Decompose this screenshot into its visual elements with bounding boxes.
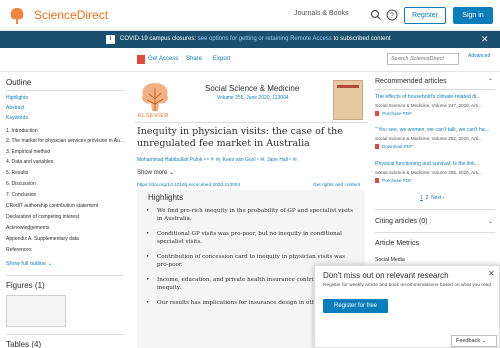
- banner-suffix: to subscribed content: [331, 36, 391, 42]
- figure-thumbnail[interactable]: [6, 295, 66, 327]
- top-header: ScienceDirect Journals & Books ? Registe…: [0, 0, 500, 31]
- purchase-pdf-link[interactable]: Purchase PDF: [375, 178, 412, 183]
- page-1[interactable]: 1: [420, 195, 423, 201]
- recommended-article-source: Social Science & Medicine, Volume 247, 2…: [375, 103, 482, 108]
- rights-link[interactable]: Get rights and content: [313, 183, 360, 188]
- outline-item[interactable]: 4. Data and variables: [6, 159, 126, 165]
- publisher-label: ELSEVIER: [138, 113, 169, 119]
- outline-item[interactable]: Keywords: [6, 115, 126, 121]
- journal-cover[interactable]: [333, 80, 363, 120]
- recommended-heading[interactable]: Recommended articles: [375, 78, 447, 85]
- article-title: Inequity in physician visits: the case o…: [137, 126, 343, 149]
- export-button[interactable]: Export: [213, 56, 230, 62]
- social-media-label: Social Media: [375, 257, 405, 263]
- journals-books-link[interactable]: Journals & Books: [294, 10, 348, 17]
- outline-item[interactable]: 5. Results: [6, 170, 126, 176]
- author-list[interactable]: Mohammad Habibullah Pulok ᵃ ᵇ ≗ ✉, Kees …: [137, 157, 297, 163]
- tables-heading[interactable]: Tables (4): [6, 340, 41, 348]
- register-button[interactable]: Register: [404, 7, 446, 24]
- journal-title[interactable]: Social Science & Medicine: [205, 84, 299, 93]
- journal-volume[interactable]: Volume 255, June 2020, 113004: [217, 95, 289, 101]
- recommended-article-source: Social Science & Medicine, Volume 255, 2…: [375, 170, 482, 175]
- recommended-article-source: Social Science & Medicine, Volume 252, 2…: [375, 136, 482, 141]
- covid-banner: i COVID-19 campus closures: see options …: [0, 31, 500, 48]
- citing-articles-heading[interactable]: Citing articles (0): [375, 218, 428, 225]
- outline-item[interactable]: Appendix A. Supplementary data: [6, 236, 126, 242]
- divider: [375, 209, 495, 210]
- highlights-heading: Highlights: [148, 193, 184, 202]
- divider: [6, 275, 124, 276]
- elsevier-tree-icon[interactable]: [8, 6, 26, 26]
- article-toolbar: Get Access Share Export Search ScienceDi…: [0, 48, 500, 72]
- info-icon: i: [106, 35, 115, 44]
- page-2[interactable]: 2: [426, 195, 429, 201]
- doi-link[interactable]: https://doi.org/10.1016/j.socscimed.2020…: [137, 183, 240, 188]
- brand-name[interactable]: ScienceDirect: [34, 8, 108, 22]
- recommended-article-title[interactable]: Physical functioning and survival: Is th…: [375, 161, 493, 167]
- download-pdf-link[interactable]: Download PDF: [375, 144, 413, 149]
- remote-access-link[interactable]: see options for getting or retaining Rem…: [198, 36, 332, 42]
- outline-item[interactable]: 3. Empirical method: [6, 149, 126, 155]
- show-full-outline-link[interactable]: Show full outline ⌄: [6, 261, 52, 267]
- purchase-pdf-link[interactable]: Purchase PDF: [375, 111, 412, 116]
- outline-item[interactable]: Highlights: [6, 95, 126, 101]
- outline-item[interactable]: 1. Introduction: [6, 128, 126, 134]
- outline-item[interactable]: CRediT authorship contribution statement: [6, 203, 126, 209]
- elsevier-logo[interactable]: [135, 80, 175, 114]
- outline-item[interactable]: Abstract: [6, 105, 126, 111]
- recommended-article-title[interactable]: " You see, we women, we can't talk, we c…: [375, 127, 493, 133]
- divider: [375, 89, 495, 90]
- get-access-button[interactable]: Get Access: [148, 56, 178, 62]
- close-icon[interactable]: ✕: [481, 34, 489, 45]
- chevron-up-icon[interactable]: ⌃: [488, 78, 493, 85]
- outline-panel: Outline Highlights Abstract Keywords 1. …: [0, 72, 130, 348]
- highlight-item: We find pro-rich inequity in the probabi…: [146, 207, 358, 223]
- pagination: 1 2 Next ›: [420, 195, 444, 201]
- popup-description: Register for weekly article and book rec…: [323, 283, 491, 288]
- article-metrics-heading[interactable]: Article Metrics: [375, 240, 419, 247]
- close-icon[interactable]: ✕: [488, 269, 495, 278]
- outline-title: Outline: [6, 78, 32, 87]
- outline-item[interactable]: 7. Conclusion: [6, 192, 126, 198]
- search-icon[interactable]: [370, 9, 382, 21]
- outline-item[interactable]: Acknowledgements: [6, 225, 126, 231]
- outline-item[interactable]: 2. The market for physician services pro…: [6, 138, 126, 144]
- show-more-button[interactable]: Show more ⌄: [137, 169, 174, 176]
- sign-in-button[interactable]: Sign in: [453, 7, 493, 24]
- chevron-down-icon[interactable]: ⌄: [488, 218, 493, 225]
- banner-prefix: COVID-19 campus closures:: [120, 36, 198, 42]
- popup-title: Don't miss out on relevant research: [323, 271, 449, 280]
- outline-item[interactable]: 6. Discussion: [6, 181, 126, 187]
- highlight-item: Conditional GP visits was pro-poor, but …: [146, 230, 358, 246]
- divider: [135, 122, 367, 123]
- divider: [6, 334, 124, 335]
- advanced-search-link[interactable]: Advanced: [468, 53, 496, 60]
- pdf-icon: [137, 55, 145, 64]
- share-button[interactable]: Share: [186, 56, 202, 62]
- feedback-button[interactable]: Feedback ⌄: [451, 335, 497, 347]
- help-icon[interactable]: ?: [386, 9, 398, 21]
- recommended-article-title[interactable]: The effects of household's climate-relat…: [375, 94, 493, 100]
- figures-heading[interactable]: Figures (1): [6, 281, 45, 290]
- outline-item[interactable]: References: [6, 247, 126, 253]
- outline-item[interactable]: Declaration of competing interest: [6, 214, 126, 220]
- register-free-button[interactable]: Register for free: [323, 299, 388, 313]
- svg-text:?: ?: [390, 13, 394, 20]
- search-input[interactable]: Search ScienceDirect: [387, 53, 459, 65]
- next-page-link[interactable]: Next ›: [431, 195, 444, 201]
- divider: [375, 232, 495, 233]
- divider: [6, 90, 124, 91]
